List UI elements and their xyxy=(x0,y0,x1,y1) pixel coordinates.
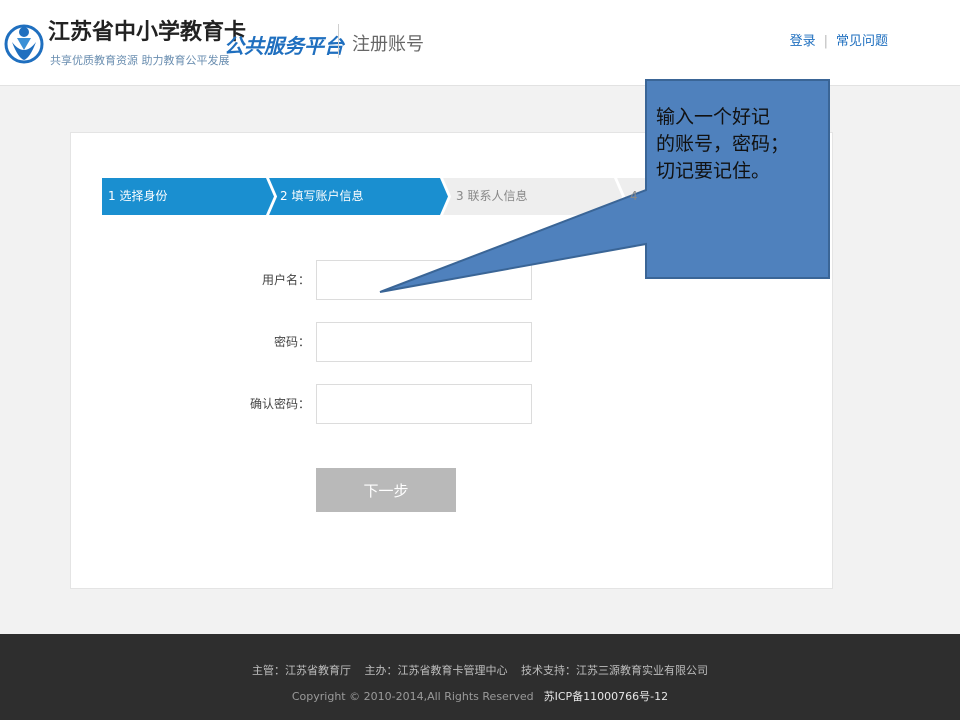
brand-slogan: 共享优质教育资源 助力教育公平发展 xyxy=(50,54,230,67)
footer: 主管：江苏省教育厅 主办：江苏省教育卡管理中心 技术支持：江苏三源教育实业有限公… xyxy=(0,634,960,720)
username-input[interactable] xyxy=(316,260,532,300)
footer-support: 技术支持：江苏三源教育实业有限公司 xyxy=(521,664,708,677)
login-link[interactable]: 登录 xyxy=(790,34,816,49)
next-step-button[interactable]: 下一步 xyxy=(316,468,456,512)
password-row: 密码： xyxy=(230,322,630,362)
confirm-password-input[interactable] xyxy=(316,384,532,424)
step-label: 1 选择身份 xyxy=(108,189,168,203)
confirm-password-label: 确认密码： xyxy=(249,397,310,411)
footer-host: 主办：江苏省教育卡管理中心 xyxy=(364,664,508,677)
top-links: 登录 | 常见问题 xyxy=(790,30,888,49)
footer-copyright: Copyright © 2010-2014,All Rights Reserve… xyxy=(291,690,534,703)
password-label: 密码： xyxy=(273,335,310,349)
confirm-password-row: 确认密码： xyxy=(230,384,630,424)
step-contact-info: 3 联系人信息 xyxy=(442,178,622,215)
username-label: 用户名： xyxy=(261,273,310,287)
callout-line: 切记要记住。 xyxy=(656,160,771,182)
username-row: 用户名： xyxy=(230,260,630,300)
step-label: 3 联系人信息 xyxy=(456,189,528,203)
step-select-identity: 1 选择身份 xyxy=(102,178,274,215)
page-title: 注册账号 xyxy=(352,34,424,55)
password-input[interactable] xyxy=(316,322,532,362)
education-card-logo-icon[interactable] xyxy=(4,14,44,70)
callout-text: 输入一个好记 的账号，密码； 切记要记住。 xyxy=(656,104,824,185)
header: 江苏省中小学教育卡 共享优质教育资源 助力教育公平发展 公共服务平台 注册账号 … xyxy=(0,0,960,86)
callout-line: 的账号，密码； xyxy=(656,133,790,155)
footer-supervisor: 主管：江苏省教育厅 xyxy=(252,664,351,677)
faq-link[interactable]: 常见问题 xyxy=(836,34,888,49)
footer-copyright-line: Copyright © 2010-2014,All Rights Reserve… xyxy=(0,688,960,704)
callout-line: 输入一个好记 xyxy=(656,106,771,128)
step-label: 2 填写账户信息 xyxy=(280,189,364,203)
brand-platform: 公共服务平台 xyxy=(224,34,344,58)
header-divider xyxy=(338,24,339,58)
footer-icp[interactable]: 苏ICP备11000766号-12 xyxy=(544,690,669,703)
footer-organizations: 主管：江苏省教育厅 主办：江苏省教育卡管理中心 技术支持：江苏三源教育实业有限公… xyxy=(0,662,960,678)
step-label: 4 xyxy=(630,189,638,203)
link-divider: | xyxy=(823,34,828,49)
brand-title: 江苏省中小学教育卡 xyxy=(48,20,247,45)
step-account-info: 2 填写账户信息 xyxy=(268,178,448,215)
